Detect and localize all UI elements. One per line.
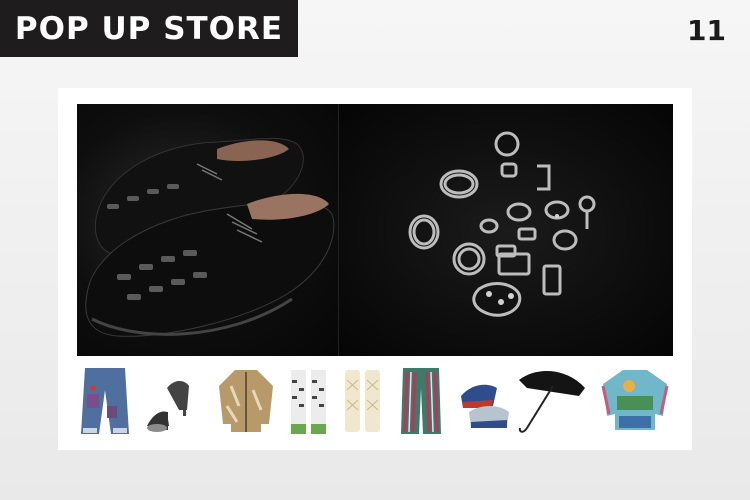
printed-top-thumbnail[interactable] xyxy=(599,366,671,436)
store-title-banner: POP UP STORE xyxy=(0,0,298,57)
store-title: POP UP STORE xyxy=(14,10,284,47)
strappy-heels-thumbnail[interactable] xyxy=(143,366,193,436)
product-card xyxy=(58,88,692,450)
knit-cardigan-thumbnail[interactable] xyxy=(217,366,275,436)
jewelry-illustration xyxy=(408,131,596,317)
printed-socks-thumbnail[interactable] xyxy=(289,366,329,436)
shoes-illustration xyxy=(85,137,335,337)
black-umbrella-thumbnail[interactable] xyxy=(517,366,587,436)
lace-socks-thumbnail[interactable] xyxy=(343,366,383,436)
striped-pants-thumbnail[interactable] xyxy=(399,366,443,436)
page-number: 11 xyxy=(687,14,726,47)
patched-jeans-thumbnail[interactable] xyxy=(77,366,133,436)
product-strip xyxy=(77,366,673,436)
silver-jewelry-flatlay-photo xyxy=(339,104,673,356)
two-tone-shoes-thumbnail[interactable] xyxy=(457,366,511,436)
black-woven-shoes-photo xyxy=(77,104,339,356)
